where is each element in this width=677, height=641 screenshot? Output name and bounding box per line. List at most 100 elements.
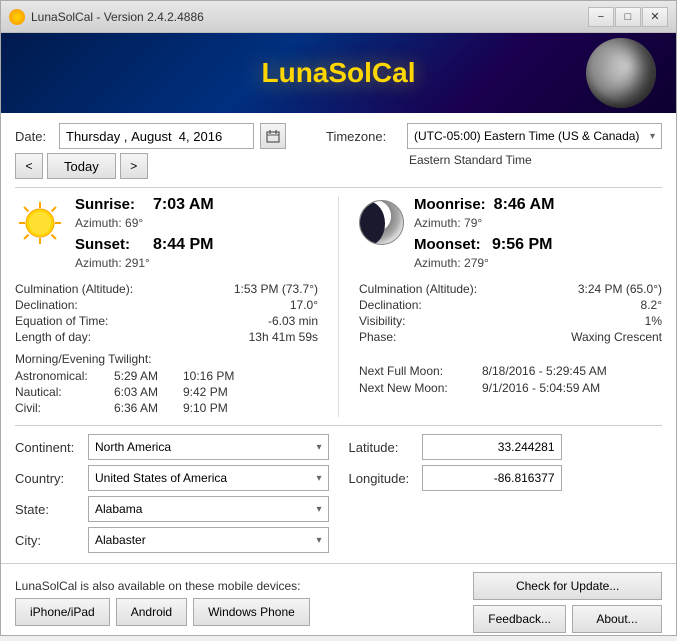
civil-morning: 6:36 AM <box>114 401 179 415</box>
moon-phase-icon <box>359 200 404 245</box>
longitude-label: Longitude: <box>349 471 414 486</box>
sunrise-azimuth-row: Azimuth: 69° <box>75 216 318 230</box>
moonset-time: 9:56 PM <box>492 236 552 254</box>
city-row: City: Alabaster ▾ <box>15 527 329 553</box>
timezone-standard-row: Eastern Standard Time <box>326 153 662 167</box>
continent-row: Continent: North America ▾ <box>15 434 329 460</box>
city-value: Alabaster <box>95 533 146 547</box>
moon-visibility-value: 1% <box>528 314 662 328</box>
chevron-down-icon: ▾ <box>650 131 655 142</box>
sun-culmination-value: 1:53 PM (73.7°) <box>187 282 318 296</box>
moonrise-azimuth-label: Azimuth: <box>414 216 461 230</box>
city-label: City: <box>15 533 80 548</box>
sunset-label: Sunset: <box>75 236 145 253</box>
state-value: Alabama <box>95 502 142 516</box>
sunrise-azimuth: 69° <box>125 216 143 230</box>
moonrise-azimuth-row: Azimuth: 79° <box>414 216 662 230</box>
sunrise-label: Sunrise: <box>75 196 145 213</box>
city-select[interactable]: Alabaster ▾ <box>88 527 329 553</box>
minimize-button[interactable]: − <box>588 7 614 27</box>
iphone-button[interactable]: iPhone/iPad <box>15 598 110 626</box>
continent-label: Continent: <box>15 440 80 455</box>
moon-declination-label: Declination: <box>359 298 520 312</box>
app-icon <box>9 9 25 25</box>
moon-column: Moonrise: 8:46 AM Azimuth: 79° Moonset: … <box>339 196 662 417</box>
calendar-icon[interactable] <box>260 123 286 149</box>
location-section: Continent: North America ▾ Country: Unit… <box>15 425 662 553</box>
date-year: 2016 <box>193 129 222 144</box>
moon-rise-set-data: Moonrise: 8:46 AM Azimuth: 79° Moonset: … <box>414 196 662 276</box>
moonrise-row: Moonrise: 8:46 AM <box>414 196 662 214</box>
app-title: LunaSolCal <box>261 57 415 89</box>
close-button[interactable]: ✕ <box>642 7 668 27</box>
sunrise-time: 7:03 AM <box>153 196 214 214</box>
nautical-evening: 9:42 PM <box>183 385 248 399</box>
about-button[interactable]: About... <box>572 605 662 633</box>
feedback-button[interactable]: Feedback... <box>473 605 566 633</box>
country-label: Country: <box>15 471 80 486</box>
android-button[interactable]: Android <box>116 598 187 626</box>
date-label: Date: <box>15 129 53 144</box>
restore-button[interactable]: □ <box>615 7 641 27</box>
window-controls: − □ ✕ <box>588 7 668 27</box>
sun-header: Sunrise: 7:03 AM Azimuth: 69° Sunset: 8:… <box>15 196 318 276</box>
sunset-azimuth-row: Azimuth: 291° <box>75 256 318 270</box>
date-nav-buttons: < Today > <box>15 153 286 179</box>
state-label: State: <box>15 502 80 517</box>
continent-value: North America <box>95 440 171 454</box>
app-header: LunaSolCal <box>1 33 676 113</box>
date-display[interactable]: Thursday , August 4, 2016 <box>59 123 254 149</box>
sunset-azimuth: 291° <box>125 256 150 270</box>
chevron-down-icon: ▾ <box>316 504 321 515</box>
location-left: Continent: North America ▾ Country: Unit… <box>15 434 329 553</box>
timezone-select[interactable]: (UTC-05:00) Eastern Time (US & Canada) ▾ <box>407 123 662 149</box>
next-new-value: 9/1/2016 - 5:04:59 AM <box>482 381 600 395</box>
date-month: August <box>131 129 171 144</box>
timezone-row: Timezone: (UTC-05:00) Eastern Time (US &… <box>326 123 662 149</box>
date-sep: , <box>124 129 128 144</box>
sun-equation-label: Equation of Time: <box>15 314 179 328</box>
moonrise-time: 8:46 AM <box>494 196 555 214</box>
mobile-label: LunaSolCal is also available on these mo… <box>15 579 310 593</box>
sun-declination-label: Declination: <box>15 298 179 312</box>
sunset-time: 8:44 PM <box>153 236 213 254</box>
country-select[interactable]: United States of America ▾ <box>88 465 329 491</box>
timezone-label: Timezone: <box>326 129 401 144</box>
continent-select[interactable]: North America ▾ <box>88 434 329 460</box>
next-full-label: Next Full Moon: <box>359 364 474 378</box>
chevron-down-icon: ▾ <box>316 442 321 453</box>
astronomical-morning: 5:29 AM <box>114 369 179 383</box>
prev-date-button[interactable]: < <box>15 153 43 179</box>
state-select[interactable]: Alabama ▾ <box>88 496 329 522</box>
twilight-section: Morning/Evening Twilight: Astronomical: … <box>15 352 318 415</box>
today-button[interactable]: Today <box>47 153 116 179</box>
astronomical-label: Astronomical: <box>15 369 110 383</box>
location-right: Latitude: Longitude: <box>349 434 663 553</box>
sun-details: Culmination (Altitude): 1:53 PM (73.7°) … <box>15 282 318 344</box>
state-row: State: Alabama ▾ <box>15 496 329 522</box>
date-section: Date: Thursday , August 4, 2016 <box>15 123 286 179</box>
country-value: United States of America <box>95 471 227 485</box>
sun-length-label: Length of day: <box>15 330 179 344</box>
nautical-label: Nautical: <box>15 385 110 399</box>
moonset-azimuth-row: Azimuth: 279° <box>414 256 662 270</box>
next-date-button[interactable]: > <box>120 153 148 179</box>
moonrise-azimuth: 79° <box>464 216 482 230</box>
astronomical-twilight-row: Astronomical: 5:29 AM 10:16 PM <box>15 369 318 383</box>
nautical-morning: 6:03 AM <box>114 385 179 399</box>
next-full-moon-row: Next Full Moon: 8/18/2016 - 5:29:45 AM <box>359 364 662 378</box>
longitude-input[interactable] <box>422 465 562 491</box>
moonset-azimuth-label: Azimuth: <box>414 256 461 270</box>
check-update-button[interactable]: Check for Update... <box>473 572 662 600</box>
longitude-row: Longitude: <box>349 465 663 491</box>
astronomical-evening: 10:16 PM <box>183 369 248 383</box>
moon-image <box>586 38 656 108</box>
sun-length-value: 13h 41m 59s <box>187 330 318 344</box>
latitude-input[interactable] <box>422 434 562 460</box>
moon-phase-value: Waxing Crescent <box>528 330 662 344</box>
feedback-about-row: Feedback... About... <box>473 605 662 633</box>
sunrise-row: Sunrise: 7:03 AM <box>75 196 318 214</box>
sun-column: Sunrise: 7:03 AM Azimuth: 69° Sunset: 8:… <box>15 196 339 417</box>
sun-culmination-label: Culmination (Altitude): <box>15 282 179 296</box>
windows-phone-button[interactable]: Windows Phone <box>193 598 310 626</box>
